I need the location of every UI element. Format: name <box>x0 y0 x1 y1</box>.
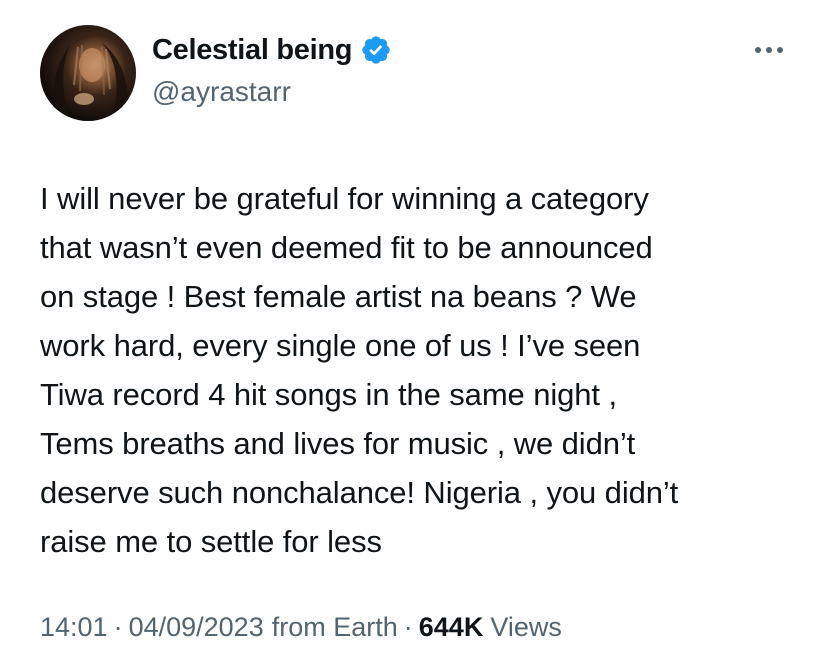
views-count[interactable]: 644K <box>419 612 484 643</box>
name-row: Celestial being <box>152 30 392 70</box>
tweet-time[interactable]: 14:01 <box>40 612 108 643</box>
more-options-button[interactable] <box>752 36 786 64</box>
author-block: Celestial being @ayrastarr <box>152 30 392 108</box>
avatar[interactable] <box>40 25 136 121</box>
tweet-source: from Earth <box>271 612 398 642</box>
more-options-icon <box>755 47 783 53</box>
tweet-card: Celestial being @ayrastarr I will never … <box>0 0 829 665</box>
tweet-meta: 14:01 · 04/09/2023 from Earth · 644K Vie… <box>40 612 562 643</box>
verified-badge-icon[interactable] <box>360 34 392 66</box>
meta-separator: · <box>113 612 123 642</box>
user-handle[interactable]: @ayrastarr <box>152 76 392 108</box>
tweet-text: I will never be grateful for winning a c… <box>40 181 679 559</box>
display-name[interactable]: Celestial being <box>152 34 352 67</box>
avatar-photo <box>53 43 128 121</box>
meta-separator: · <box>403 612 413 642</box>
views-label: Views <box>490 612 562 642</box>
tweet-date[interactable]: 04/09/2023 <box>129 612 264 643</box>
